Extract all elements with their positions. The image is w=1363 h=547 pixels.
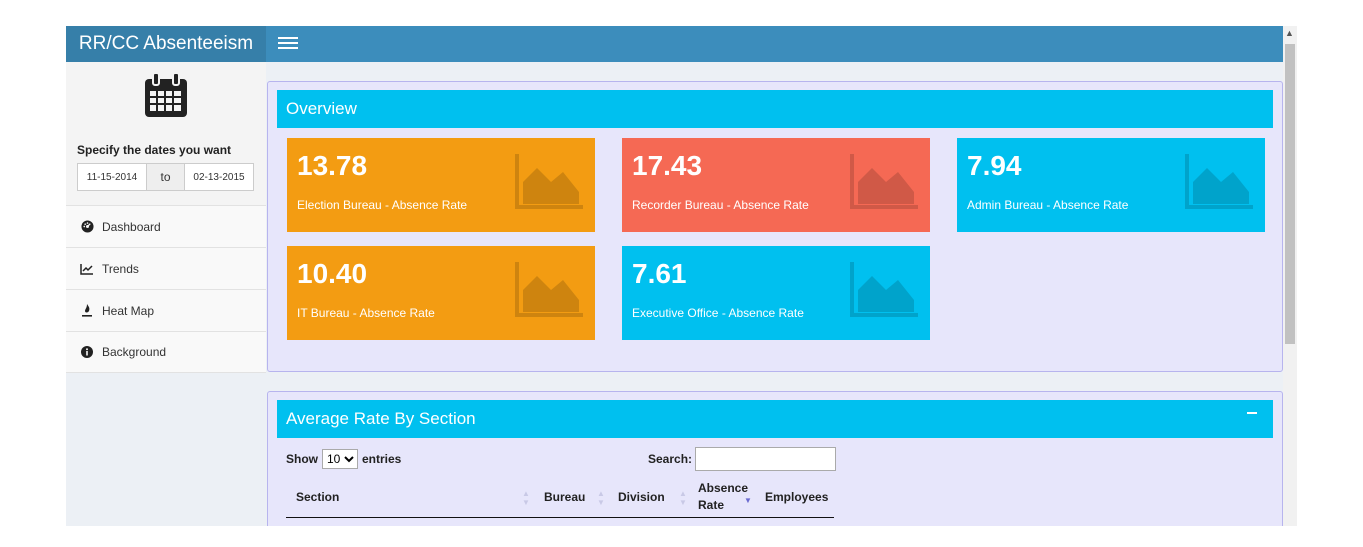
tile-label: Recorder Bureau - Absence Rate [632,198,809,212]
stat-tile-recorder: 17.43 Recorder Bureau - Absence Rate [622,138,930,232]
entries-label: entries [362,452,402,466]
area-chart-icon [515,154,583,209]
stat-tile-election: 13.78 Election Bureau - Absence Rate [287,138,595,232]
line-chart-icon [80,262,94,276]
sidebar-empty-area [66,373,266,526]
app-window: RR/CC Absenteeism Specify the dates you … [66,26,1297,526]
tile-label: IT Bureau - Absence Rate [297,306,435,320]
column-header-division[interactable]: Division [618,489,665,506]
section-rate-title: Average Rate By Section [286,409,476,428]
tile-value: 7.61 [632,258,687,289]
entries-select[interactable]: 10 [322,449,358,469]
tile-value: 10.40 [297,258,368,289]
search-label: Search: [648,452,693,466]
search-input[interactable] [695,447,837,471]
sidebar-item-heat-map[interactable]: Heat Map [66,289,266,331]
date-range-picker: to [77,163,254,191]
top-navbar [266,26,1283,62]
stat-tile-executive: 7.61 Executive Office - Absence Rate [622,246,930,340]
sort-icon: ▲ ▼ [679,489,687,507]
section-rate-header: Average Rate By Section [277,400,1273,438]
show-label: Show [286,452,318,466]
calendar-icon [66,72,266,127]
sidebar-item-trends[interactable]: Trends [66,247,266,289]
tile-value: 17.43 [632,150,703,181]
tile-label: Executive Office - Absence Rate [632,306,804,320]
area-chart-icon [1185,154,1253,209]
date-range-label: Specify the dates you want [77,143,232,157]
date-range-separator: to [147,163,184,191]
tile-value: 13.78 [297,150,368,181]
column-header-section[interactable]: Section [296,489,339,506]
fire-icon [80,304,94,318]
sidebar-menu: Dashboard Trends Heat Map Background [66,205,266,373]
sidebar-item-background[interactable]: Background [66,331,266,373]
tile-label: Admin Bureau - Absence Rate [967,198,1129,212]
sidebar-toggle-icon[interactable] [278,34,298,54]
overview-title: Overview [286,99,357,118]
table-search: Search: [648,447,837,471]
column-header-employees[interactable]: Employees [765,489,828,506]
table-header-divider [286,517,834,518]
sidebar: Specify the dates you want to Dashboard … [66,62,266,526]
area-chart-icon [850,154,918,209]
column-header-absence-rate[interactable]: Absence Rate [698,480,748,514]
page-length-control: Show 10 entries [286,449,401,469]
scrollbar-thumb[interactable] [1285,44,1295,344]
column-header-bureau[interactable]: Bureau [544,489,585,506]
info-icon [80,345,94,359]
sidebar-item-label: Heat Map [102,303,155,318]
sort-icon: ▲ ▼ [522,489,530,507]
end-date-input[interactable] [184,163,254,191]
section-rate-box: Average Rate By Section Show 10 entries … [267,391,1283,526]
stat-tile-admin: 7.94 Admin Bureau - Absence Rate [957,138,1265,232]
stat-tile-it: 10.40 IT Bureau - Absence Rate [287,246,595,340]
sidebar-item-dashboard[interactable]: Dashboard [66,205,266,247]
tile-value: 7.94 [967,150,1022,181]
sidebar-item-label: Background [102,345,167,359]
overview-box: Overview 13.78 Election Bureau - Absence… [267,81,1283,372]
overview-header: Overview [277,90,1273,128]
sort-icon: ▲ ▼ [597,489,605,507]
vertical-scrollbar[interactable]: ▲ [1283,26,1297,526]
start-date-input[interactable] [77,163,147,191]
scroll-up-arrow-icon[interactable]: ▲ [1285,28,1294,38]
app-logo[interactable]: RR/CC Absenteeism [66,26,266,62]
area-chart-icon [850,262,918,317]
sort-desc-icon: ▼ [744,496,752,505]
tachometer-icon [80,220,94,234]
area-chart-icon [515,262,583,317]
collapse-button[interactable] [1247,412,1257,414]
sidebar-item-label: Trends [102,261,139,276]
tile-label: Election Bureau - Absence Rate [297,198,468,212]
sidebar-item-label: Dashboard [102,219,161,234]
